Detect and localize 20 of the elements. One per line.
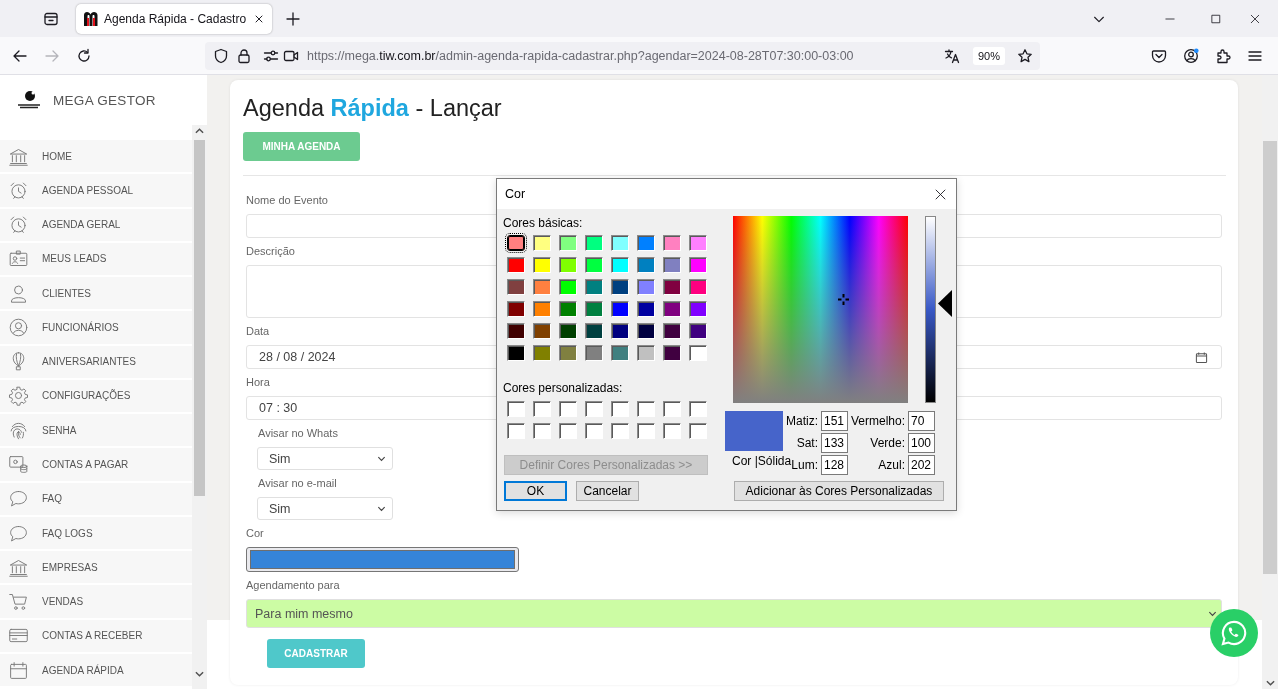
field-label: Avisar no Whats (258, 426, 338, 440)
field-label: Hora (246, 375, 270, 389)
field-label: Verde: (870, 435, 906, 452)
field-label: Agendamento para (246, 578, 340, 592)
field-label: Lum: (791, 458, 819, 474)
brand-name: MEGA GESTOR (53, 92, 156, 108)
dialog-title: Cor (505, 187, 526, 201)
field-label: Descrição (246, 244, 295, 258)
field-label: Azul: (878, 457, 906, 474)
field-label: Nome do Evento (246, 193, 328, 207)
section-label: Cores básicas: (503, 216, 583, 230)
field-label: Cor (246, 526, 264, 540)
section-label: Cores personalizadas: (503, 381, 623, 395)
field-label: Avisar no e-mail (258, 476, 337, 490)
field-label: Data (246, 324, 270, 338)
field-label: Vermelho: (850, 413, 906, 430)
field-label: Sat: (796, 435, 819, 452)
color-solid-label: Cor |Sólida (732, 454, 792, 468)
field-label: Matiz: (786, 413, 819, 430)
page-title: Agenda Rápida - Lançar (243, 94, 502, 122)
